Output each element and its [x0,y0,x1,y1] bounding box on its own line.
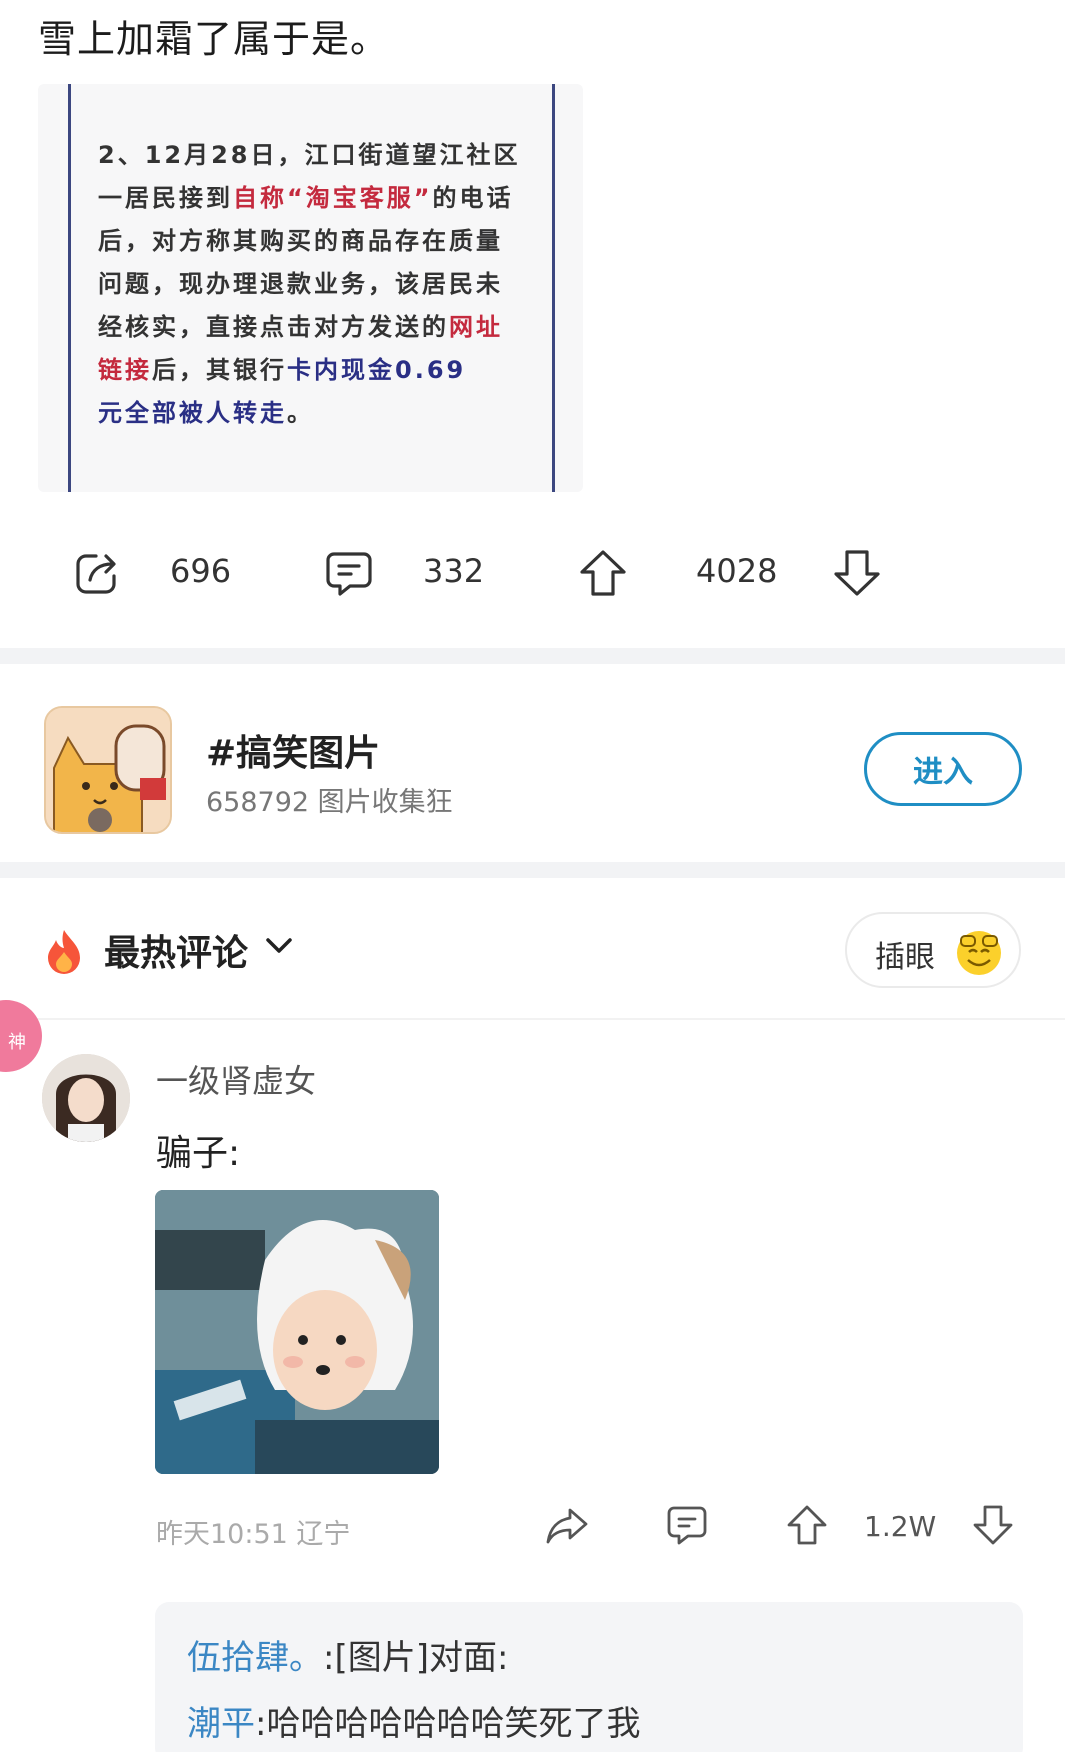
user-avatar-image [42,1054,130,1142]
news-segment: 一居民接到 [98,184,233,212]
comment-username[interactable]: 一级肾虚女 [156,1056,316,1102]
downvote-icon [973,1505,1013,1545]
news-line: 后，对方称其购买的商品存在质量 [98,220,528,263]
news-line: 2、12月28日，江口街道望江社区 [98,134,528,177]
topic-avatar [44,706,172,834]
upvote-count: 4028 [696,552,778,590]
news-line: 链接后，其银行卡内现金0.69 [98,349,528,392]
reply-username[interactable]: 伍拾肆。 [187,1638,323,1678]
insert-eye-button[interactable]: 插眼 [845,912,1021,988]
comment-icon [326,552,372,596]
insert-eye-label: 插眼 [875,940,935,975]
enter-topic-button[interactable]: 进入 [864,732,1022,806]
avatar[interactable] [42,1054,130,1142]
comment-button[interactable] [322,546,376,604]
downvote-button[interactable] [830,546,884,604]
grinning-emoji-icon [957,931,1001,975]
news-segment: 链接 [98,356,152,384]
topic-subtitle: 658792 图片收集狂 [206,787,453,818]
upvote-button[interactable] [576,546,630,604]
left-border-line [68,84,71,492]
upvote-icon [580,550,626,596]
share-button[interactable] [70,546,124,604]
news-segment: 元全部被人转走 [98,399,287,427]
chevron-down-icon[interactable] [264,934,294,956]
flame-icon [48,930,80,974]
comment-upvote-button[interactable] [784,1502,830,1552]
news-line: 元全部被人转走。 [98,392,528,435]
share-icon [76,554,116,594]
comment-upvote-count: 1.2W [864,1510,937,1543]
post-action-bar: 696 332 4028 [0,538,1073,608]
header-separator [0,1018,1065,1020]
news-segment: 问题，现办理退款业务，该居民未 [98,270,503,298]
comment-image[interactable] [155,1190,439,1474]
reply-item: 潮平:哈哈哈哈哈哈哈笑死了我 [187,1696,640,1745]
comment-meta: 昨天10:51 辽宁 [156,1519,351,1550]
downvote-icon [834,550,880,596]
reply-item: 伍拾肆。:[图片]对面: [187,1630,508,1679]
share-count: 696 [170,552,232,590]
news-segment: 卡内现金0.69 [287,356,467,384]
section-divider [0,648,1065,664]
news-segment: 经核实，直接点击对方发送的 [98,313,449,341]
hot-comments-header: 最热评论 插眼 [0,890,1065,1010]
news-segment: 2、12月28日，江口街道望江社区 [98,141,521,169]
comment-icon [667,1506,707,1545]
sheep-cartoon-image [155,1190,439,1474]
news-line: 一居民接到自称“淘宝客服”的电话 [98,177,528,220]
badge-label: 神 [8,1032,26,1053]
news-line: 问题，现办理退款业务，该居民未 [98,263,528,306]
cartoon-cat-icon [46,708,170,832]
topic-card[interactable]: #搞笑图片 658792 图片收集狂 进入 [0,672,1065,866]
comment-count: 332 [423,552,485,590]
upvote-icon [787,1505,827,1545]
reply-text: :[图片]对面: [323,1638,509,1678]
right-border-line [552,84,555,492]
news-segment: 网址 [449,313,503,341]
news-segment: 的电话 [432,184,514,212]
comment-share-button[interactable] [544,1502,590,1552]
section-divider [0,862,1065,878]
reply-text: :哈哈哈哈哈哈哈笑死了我 [255,1704,641,1744]
post-text: 雪上加霜了属于是。 [38,17,390,61]
news-paragraph: 2、12月28日，江口街道望江社区 一居民接到自称“淘宝客服”的电话 后，对方称其购… [98,134,528,435]
comment-reply-button[interactable] [664,1502,710,1552]
reply-preview-box[interactable]: 伍拾肆。:[图片]对面: 潮平:哈哈哈哈哈哈哈笑死了我 [155,1602,1023,1752]
news-segment: 。 [287,399,314,427]
reply-username[interactable]: 潮平 [187,1704,255,1744]
comment-text: 骗子: [156,1133,241,1174]
share-arrow-icon [546,1508,588,1544]
god-comment-badge: 神 [0,1000,42,1072]
news-screenshot-image[interactable]: 2、12月28日，江口街道望江社区 一居民接到自称“淘宝客服”的电话 后，对方称其购… [38,84,583,492]
hot-comments-title[interactable]: 最热评论 [104,924,248,976]
news-segment: 后，对方称其购买的商品存在质量 [98,227,503,255]
news-line: 经核实，直接点击对方发送的网址 [98,306,528,349]
news-segment: 自称“淘宝客服” [233,184,433,212]
comment-downvote-button[interactable] [970,1502,1016,1552]
news-segment: 后，其银行 [152,356,287,384]
topic-title: #搞笑图片 [206,733,381,774]
